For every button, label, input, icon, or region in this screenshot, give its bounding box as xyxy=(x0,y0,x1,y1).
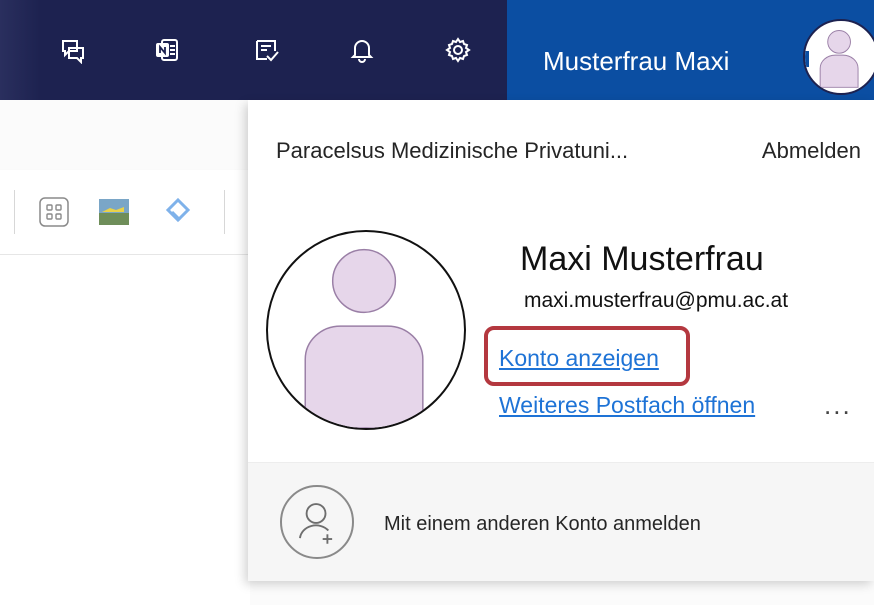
person-silhouette-icon xyxy=(304,248,424,428)
chat-feedback-icon[interactable] xyxy=(53,30,93,70)
open-another-mailbox-link[interactable]: Weiteres Postfach öffnen xyxy=(499,392,755,419)
organization-name: Paracelsus Medizinische Privatuni... xyxy=(276,138,629,163)
content-area xyxy=(0,255,250,605)
user-email: maxi.musterfrau@pmu.ac.at xyxy=(524,289,789,312)
toolbar-divider xyxy=(14,190,15,234)
viva-app-icon[interactable] xyxy=(162,196,194,228)
toolbar-divider xyxy=(224,190,225,234)
header-left-fade xyxy=(0,0,40,100)
person-silhouette-icon xyxy=(819,29,859,88)
account-manager-button[interactable]: Musterfrau Maxi xyxy=(507,0,874,100)
bell-icon[interactable] xyxy=(342,30,382,70)
account-flyout-panel: Paracelsus Medizinische Privatuni... Abm… xyxy=(248,100,874,581)
add-person-icon xyxy=(280,485,354,559)
apps-grid-icon[interactable] xyxy=(38,196,70,228)
view-account-link[interactable]: Konto anzeigen xyxy=(499,345,659,372)
avatar-large xyxy=(266,230,466,430)
landscape-app-icon[interactable] xyxy=(98,196,130,228)
user-display-name: Maxi Musterfrau xyxy=(520,240,764,278)
sign-out-link[interactable]: Abmelden xyxy=(762,138,861,164)
account-name-label: Musterfrau Maxi xyxy=(543,46,730,76)
add-account-row[interactable]: Mit einem anderen Konto anmelden xyxy=(248,462,874,581)
avatar-small xyxy=(803,19,874,95)
tasks-icon[interactable] xyxy=(246,30,286,70)
more-options-icon[interactable]: ... xyxy=(824,390,852,421)
top-header-bar: Musterfrau Maxi xyxy=(0,0,874,100)
add-account-label: Mit einem anderen Konto anmelden xyxy=(384,513,701,535)
onenote-icon[interactable] xyxy=(147,30,187,70)
gear-icon[interactable] xyxy=(438,30,478,70)
